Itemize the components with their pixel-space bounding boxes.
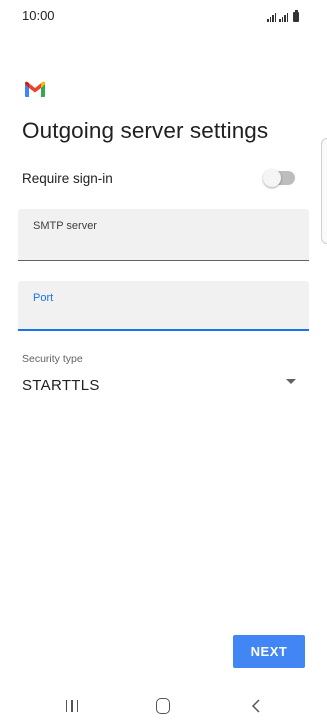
home-button[interactable] bbox=[143, 692, 183, 720]
security-type-label: Security type bbox=[22, 353, 83, 365]
require-sign-in-toggle[interactable] bbox=[263, 169, 295, 187]
smtp-server-label: SMTP server bbox=[33, 220, 97, 232]
signal-icon bbox=[267, 12, 276, 22]
edge-panel-handle[interactable] bbox=[321, 138, 327, 244]
require-sign-in-label: Require sign-in bbox=[22, 171, 113, 186]
back-icon bbox=[251, 699, 260, 713]
navigation-bar bbox=[0, 684, 327, 728]
status-bar: 10:00 bbox=[0, 0, 327, 32]
security-type-dropdown[interactable]: STARTTLS bbox=[22, 372, 304, 398]
port-input[interactable] bbox=[33, 310, 293, 325]
status-icons bbox=[267, 10, 299, 22]
toggle-knob bbox=[263, 169, 281, 187]
security-type-value: STARTTLS bbox=[22, 377, 100, 394]
require-sign-in-row[interactable]: Require sign-in bbox=[22, 168, 306, 192]
next-button[interactable]: NEXT bbox=[233, 635, 305, 668]
status-time: 10:00 bbox=[22, 8, 55, 23]
signal-icon-2 bbox=[279, 12, 288, 22]
dropdown-arrow-icon bbox=[286, 379, 296, 384]
port-label: Port bbox=[33, 292, 54, 304]
smtp-server-field[interactable]: SMTP server bbox=[18, 209, 309, 261]
back-button[interactable] bbox=[236, 692, 276, 720]
battery-icon bbox=[293, 10, 299, 22]
page-title: Outgoing server settings bbox=[22, 118, 269, 143]
home-icon bbox=[156, 698, 170, 714]
port-field[interactable]: Port bbox=[18, 281, 309, 331]
gmail-logo-icon bbox=[24, 80, 46, 98]
recents-icon bbox=[65, 700, 79, 712]
recents-button[interactable] bbox=[52, 692, 92, 720]
smtp-server-input[interactable] bbox=[33, 241, 293, 256]
